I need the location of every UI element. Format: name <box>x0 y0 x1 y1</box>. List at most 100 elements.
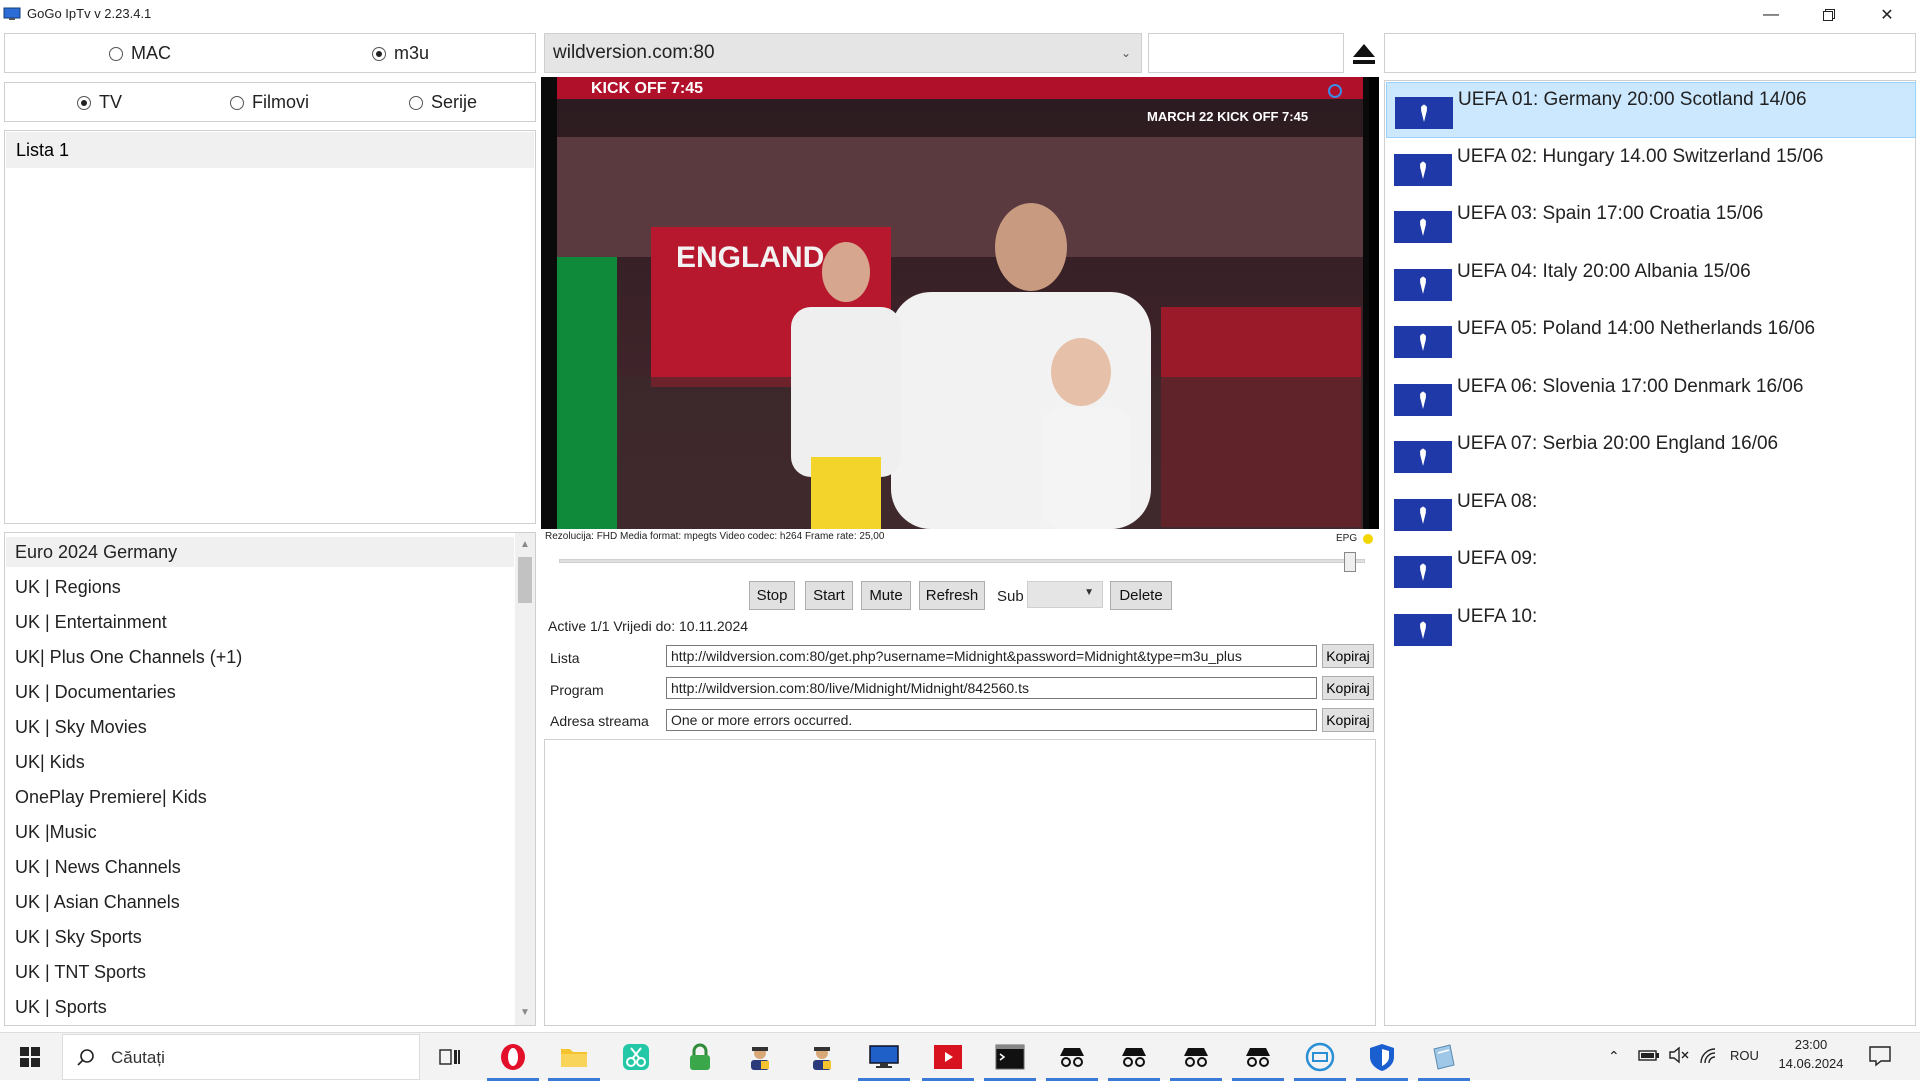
delete-button[interactable]: Delete <box>1110 581 1172 610</box>
category-item[interactable]: UK| Kids <box>15 747 85 777</box>
stream-address-field[interactable]: One or more errors occurred. <box>666 709 1317 731</box>
epg-item[interactable]: UEFA 02: Hungary 14.00 Switzerland 15/06 <box>1386 140 1916 196</box>
list-item[interactable]: Lista 1 <box>6 132 534 168</box>
incognito-icon[interactable] <box>1108 1041 1160 1081</box>
spy-agent-icon[interactable] <box>744 1041 776 1073</box>
mac-radio-dot <box>109 46 123 61</box>
scroll-up-icon[interactable]: ▲ <box>520 539 530 550</box>
minimize-button[interactable]: — <box>1742 0 1800 30</box>
category-item[interactable]: UK | Documentaries <box>15 677 176 707</box>
category-item[interactable]: UK | Entertainment <box>15 607 167 637</box>
monitor-app-icon[interactable] <box>858 1041 910 1081</box>
uefa-euro-logo-icon <box>1394 613 1452 646</box>
file-explorer-icon[interactable] <box>548 1041 600 1081</box>
epg-item[interactable]: UEFA 04: Italy 20:00 Albania 15/06 <box>1386 255 1916 311</box>
mac-radio[interactable]: MAC <box>109 43 171 64</box>
lista-url-field[interactable]: http://wildversion.com:80/get.php?userna… <box>666 645 1317 667</box>
notepad-icon[interactable] <box>1418 1041 1470 1081</box>
stream-info: Rezolucija: FHD Media format: mpegts Vid… <box>545 531 885 542</box>
volume-muted-icon[interactable] <box>1668 1046 1690 1069</box>
category-scrollbar[interactable]: ▲ ▼ <box>515 533 535 1025</box>
filmovi-radio[interactable]: Filmovi <box>230 92 309 113</box>
epg-search-input[interactable] <box>1384 33 1916 73</box>
incognito-icon[interactable] <box>1232 1041 1284 1081</box>
category-item[interactable]: UK | Regions <box>15 572 121 602</box>
category-item[interactable]: UK | Sky Movies <box>15 712 147 742</box>
wifi-icon[interactable] <box>1698 1046 1720 1069</box>
start-button[interactable] <box>14 1041 46 1073</box>
task-view-icon[interactable] <box>434 1041 466 1073</box>
category-item[interactable]: UK | Asian Channels <box>15 887 180 917</box>
snipping-tool-icon[interactable] <box>620 1041 652 1073</box>
notifications-icon[interactable] <box>1868 1045 1892 1072</box>
subtitle-dropdown[interactable]: ▼ <box>1027 581 1103 608</box>
serije-radio[interactable]: Serije <box>409 92 477 113</box>
vpn-lock-icon[interactable] <box>684 1041 716 1073</box>
shield-app-icon[interactable] <box>1356 1041 1408 1081</box>
epg-item[interactable]: UEFA 05: Poland 14:00 Netherlands 16/06 <box>1386 312 1916 368</box>
taskbar-search-box[interactable]: Căutați <box>62 1034 420 1080</box>
close-button[interactable]: ✕ <box>1858 0 1916 30</box>
spy-agent-icon[interactable] <box>806 1041 838 1073</box>
stop-button[interactable]: Stop <box>749 581 795 610</box>
program-url-field[interactable]: http://wildversion.com:80/live/Midnight/… <box>666 677 1317 699</box>
input-language-indicator[interactable]: ROU <box>1730 1048 1759 1063</box>
mac-radio-label: MAC <box>131 43 171 63</box>
epg-item[interactable]: UEFA 01: Germany 20:00 Scotland 14/06 <box>1386 82 1916 138</box>
category-item[interactable]: UK | Sky Sports <box>15 922 142 952</box>
scrollbar-thumb[interactable] <box>518 557 532 603</box>
window-title: GoGo IpTv v 2.23.4.1 <box>27 6 152 21</box>
epg-item-title: UEFA 04: Italy 20:00 Albania 15/06 <box>1457 260 1751 282</box>
windows-logo-icon <box>20 1047 40 1067</box>
m3u-radio-dot <box>372 46 386 61</box>
clock-date: 14.06.2024 <box>1778 1056 1844 1071</box>
log-textarea[interactable] <box>544 739 1376 1026</box>
copy-stream-button[interactable]: Kopiraj <box>1322 708 1374 732</box>
category-item[interactable]: UK | Sports <box>15 992 107 1022</box>
category-item[interactable]: UK |Music <box>15 817 97 847</box>
epg-label: EPG <box>1336 533 1358 544</box>
title-bar: GoGo IpTv v 2.23.4.1 — ✕ <box>0 0 1920 30</box>
seek-thumb[interactable] <box>1344 552 1356 572</box>
category-item[interactable]: UK | News Channels <box>15 852 181 882</box>
m3u-radio[interactable]: m3u <box>372 43 429 64</box>
terminal-icon[interactable] <box>984 1041 1036 1081</box>
network-app-icon[interactable] <box>1294 1041 1346 1081</box>
media-player-icon[interactable] <box>922 1041 974 1081</box>
epg-item[interactable]: UEFA 07: Serbia 20:00 England 16/06 <box>1386 427 1916 483</box>
start-button[interactable]: Start <box>805 581 853 610</box>
copy-lista-button[interactable]: Kopiraj <box>1322 644 1374 668</box>
server-dropdown[interactable]: wildversion.com:80 ⌄ <box>544 33 1142 73</box>
clock[interactable]: 23:00 14.06.2024 <box>1776 1037 1846 1071</box>
restore-button[interactable] <box>1800 0 1858 30</box>
search-input[interactable] <box>1148 33 1344 73</box>
opera-icon[interactable] <box>487 1041 539 1081</box>
category-item[interactable]: UK| Plus One Channels (+1) <box>15 642 242 672</box>
uefa-euro-logo-icon <box>1394 383 1452 416</box>
mute-button[interactable]: Mute <box>861 581 911 610</box>
tv-radio[interactable]: TV <box>77 92 122 113</box>
search-placeholder: Căutați <box>111 1048 165 1067</box>
uefa-euro-logo-icon <box>1394 556 1452 588</box>
tv-radio-label: TV <box>99 92 123 112</box>
battery-icon[interactable] <box>1638 1047 1660 1068</box>
category-item[interactable]: OnePlay Premiere| Kids <box>15 782 207 812</box>
epg-item[interactable]: UEFA 08: <box>1386 485 1916 541</box>
category-item[interactable]: Euro 2024 Germany <box>6 537 514 567</box>
scroll-down-icon[interactable]: ▼ <box>520 1007 530 1018</box>
epg-item[interactable]: UEFA 10: <box>1386 600 1916 656</box>
seek-bar[interactable] <box>559 552 1365 572</box>
incognito-icon[interactable] <box>1170 1041 1222 1081</box>
epg-item[interactable]: UEFA 03: Spain 17:00 Croatia 15/06 <box>1386 197 1916 253</box>
category-item[interactable]: UK | TNT Sports <box>15 957 146 987</box>
uefa-euro-logo-icon <box>1395 97 1453 129</box>
show-hidden-icons-icon[interactable]: ⌃ <box>1608 1048 1620 1065</box>
epg-item[interactable]: UEFA 09: <box>1386 542 1916 598</box>
refresh-button[interactable]: Refresh <box>919 581 985 610</box>
epg-item[interactable]: UEFA 06: Slovenia 17:00 Denmark 16/06 <box>1386 370 1916 426</box>
eject-button[interactable] <box>1350 40 1378 68</box>
video-player[interactable]: KICK OFF 7:45 MARCH 22 KICK OFF 7:45 ENG… <box>541 77 1379 529</box>
incognito-icon[interactable] <box>1046 1041 1098 1081</box>
sub-label: Sub <box>997 588 1024 605</box>
copy-program-button[interactable]: Kopiraj <box>1322 676 1374 700</box>
